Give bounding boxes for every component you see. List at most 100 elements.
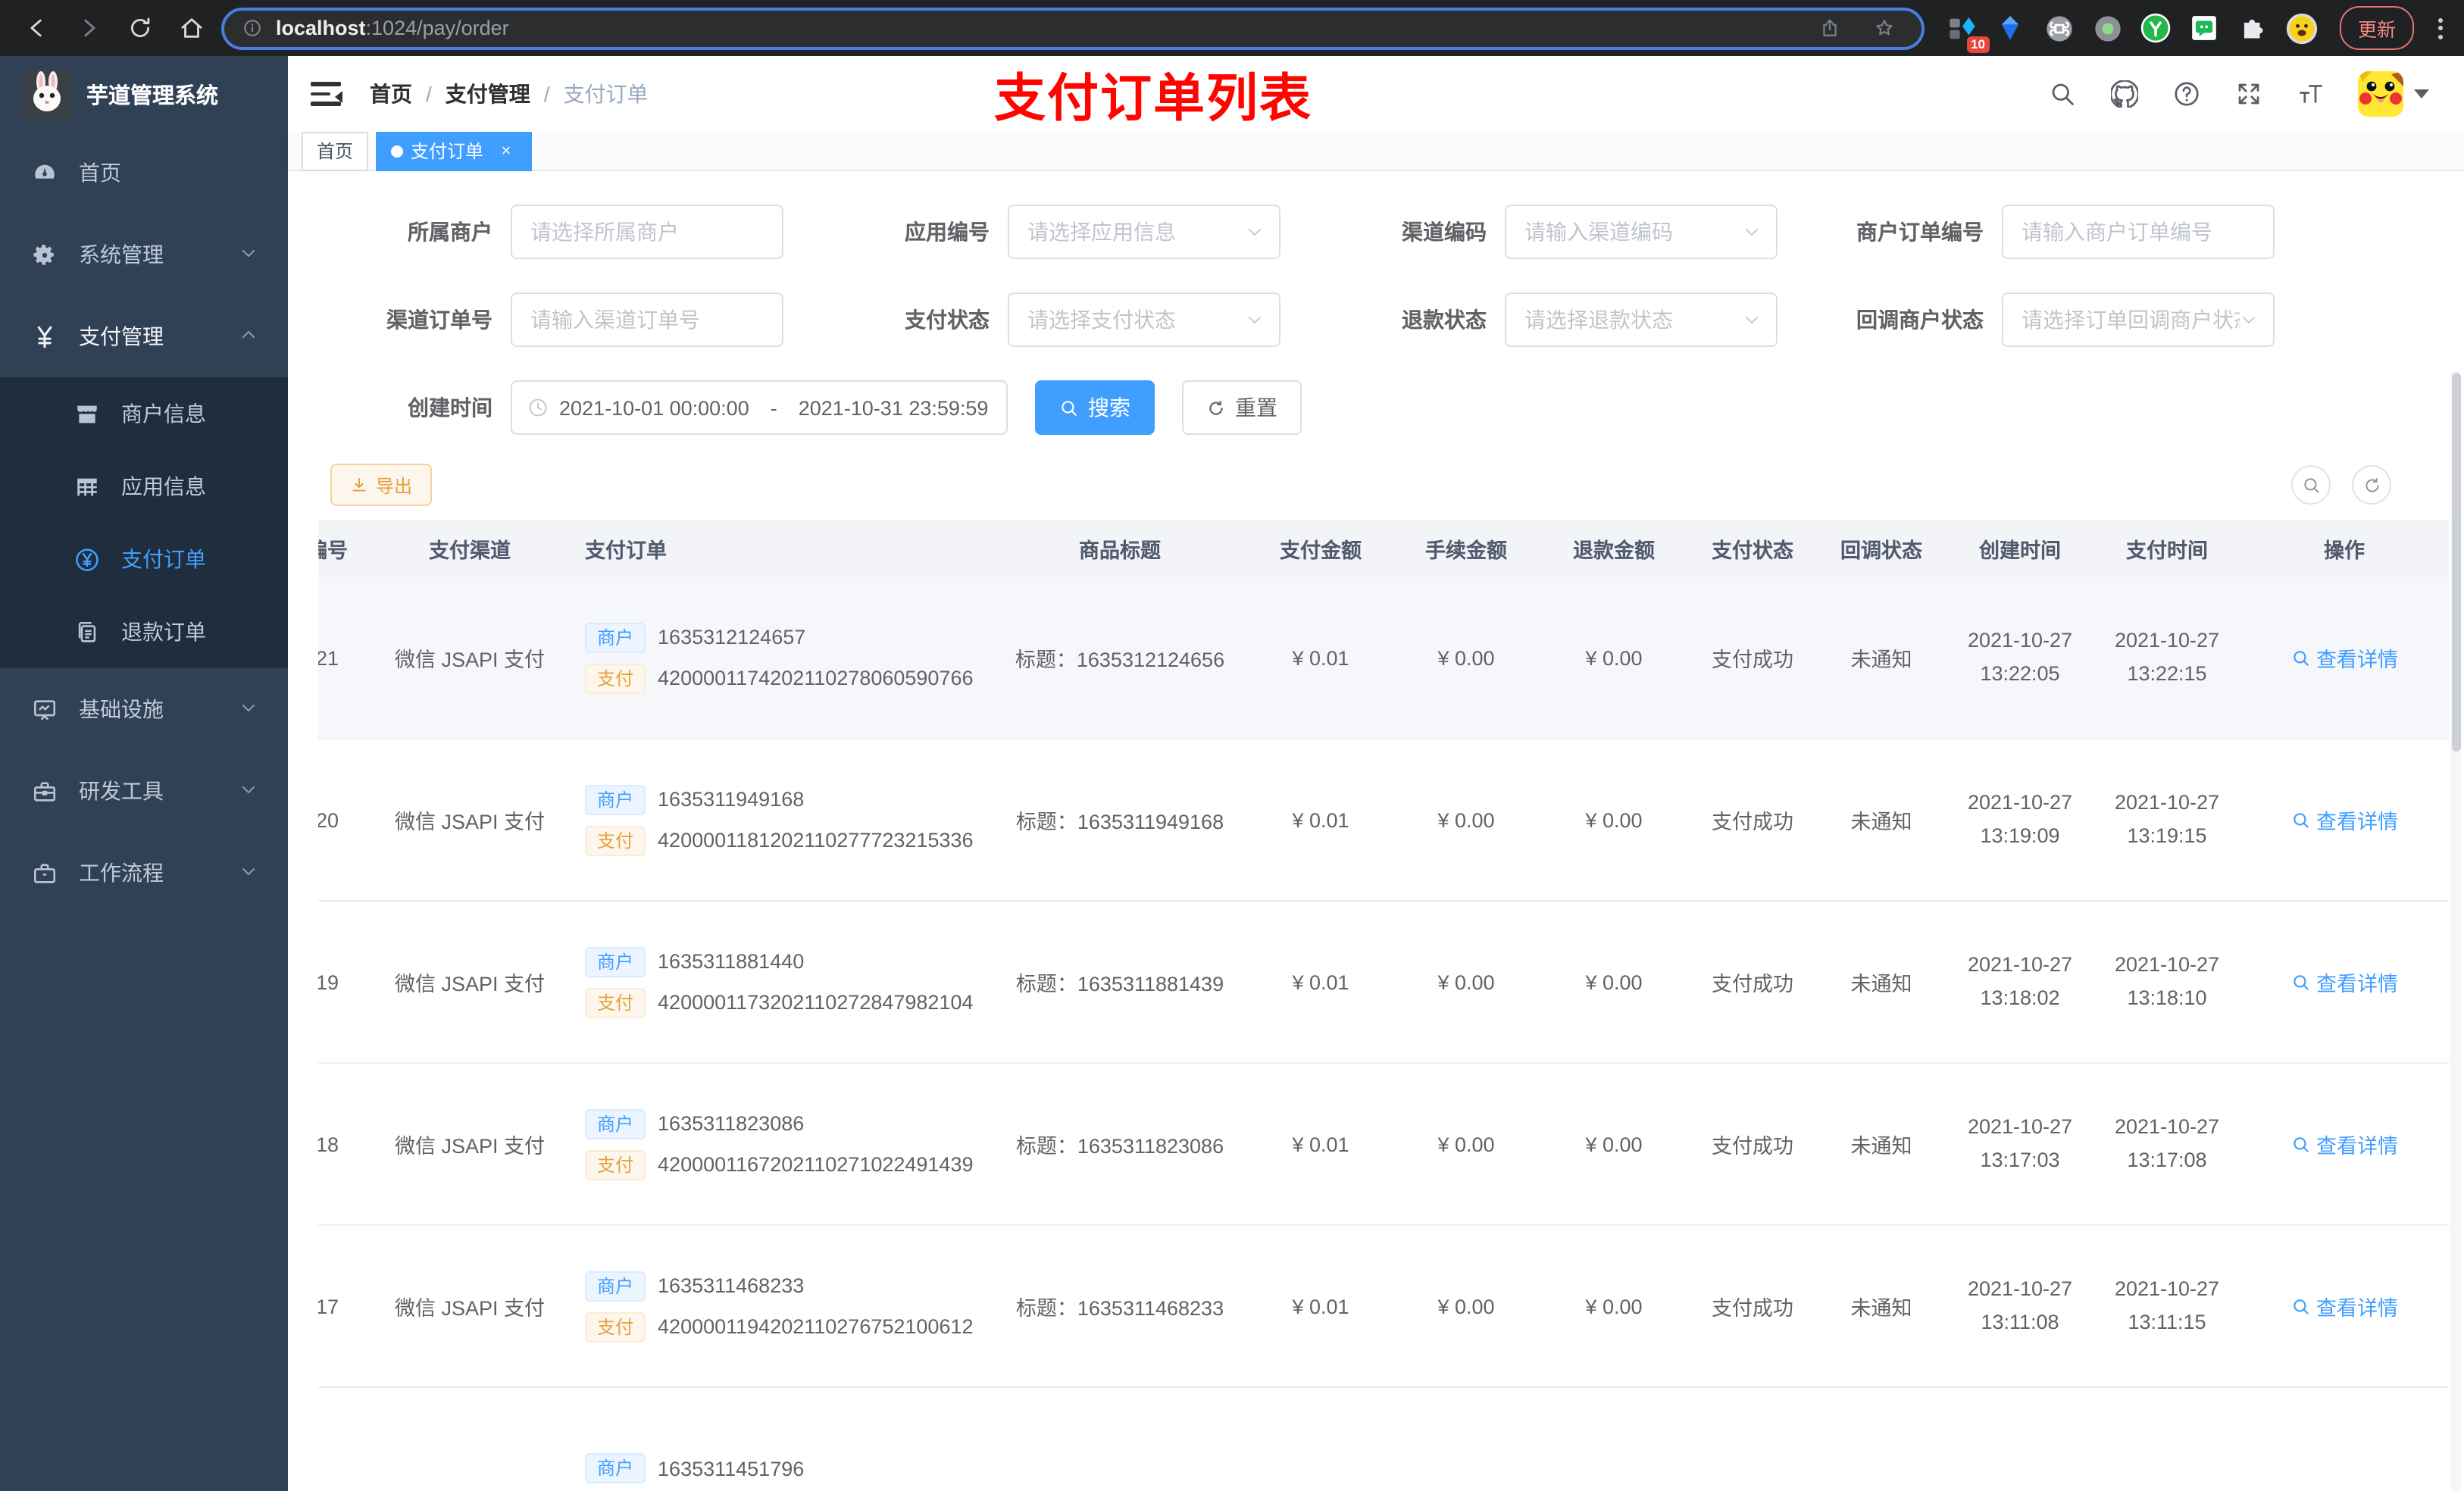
avatar[interactable]	[2358, 71, 2403, 117]
breadcrumb-home[interactable]: 首页	[370, 79, 412, 109]
tab-pay-order[interactable]: 支付订单 ×	[376, 131, 533, 170]
cell-title: 标题：1635311823086	[1015, 1135, 1224, 1158]
sketch-extension-icon[interactable]	[1994, 11, 2028, 45]
pay-status-select[interactable]: 请选择支付状态	[1008, 292, 1280, 347]
dashboard-icon	[30, 159, 58, 186]
export-button[interactable]: 导出	[330, 464, 433, 506]
merchant-order-no-field[interactable]	[2022, 220, 2258, 244]
clock-icon	[527, 397, 549, 418]
cell-create-time: 2021-10-27 13:22:05	[1967, 629, 2073, 685]
sidebar-item-system[interactable]: 系统管理	[0, 214, 288, 295]
create-time-label: 创建时间	[408, 395, 492, 420]
date-end: 2021-10-31 23:59:59	[798, 396, 989, 419]
cell-title: 标题：1635311468233	[1015, 1297, 1224, 1320]
cell-refund: ¥ 0.00	[1585, 1133, 1643, 1155]
merchant-order-no-input[interactable]	[2002, 205, 2275, 259]
table-toolbar: 导出	[330, 464, 2464, 506]
sidebar-item-pay[interactable]: 支付管理	[0, 295, 288, 377]
tab-home[interactable]: 首页	[302, 131, 369, 170]
profile-avatar-icon[interactable]	[2285, 11, 2319, 45]
tab-manager-extension-icon[interactable]: 10	[1946, 11, 1990, 52]
sidebar-item-refund-order[interactable]: 退款订单	[0, 595, 288, 668]
user-menu[interactable]	[2358, 71, 2429, 117]
view-detail-link[interactable]: 查看详情	[2290, 805, 2398, 835]
site-info-icon[interactable]	[239, 16, 264, 40]
cell-order: 商户 1635311468233 支付 4200001194202110276752…	[567, 1260, 991, 1352]
close-icon[interactable]: ×	[496, 140, 517, 161]
help-icon[interactable]	[2172, 79, 2202, 109]
cell-pay-time: 2021-10-27 13:17:08	[2114, 1115, 2220, 1171]
home-icon[interactable]	[170, 7, 212, 49]
app-no-select[interactable]: 请选择应用信息	[1008, 205, 1280, 259]
toggle-search-icon[interactable]	[2291, 465, 2331, 505]
callback-status-select[interactable]: 请选择订单回调商户状态	[2002, 292, 2275, 347]
sidebar-item-app-info[interactable]: 应用信息	[0, 450, 288, 523]
merchant-tag: 商户	[585, 1453, 646, 1483]
fullscreen-icon[interactable]	[2234, 79, 2264, 109]
table-row: 17 微信 JSAPI 支付 商户1635311468233 支付4200001…	[318, 1226, 2449, 1388]
github-icon[interactable]	[2109, 79, 2140, 109]
url-text: localhost:1024/pay/order	[276, 17, 1797, 39]
sidebar-item-workflow[interactable]: 工作流程	[0, 832, 288, 914]
sidebar-item-pay-order[interactable]: 支付订单	[0, 523, 288, 595]
pay-status-label: 支付状态	[905, 308, 990, 332]
table-header: 编号 支付渠道 支付订单 商品标题 支付金额 手续金额 退款金额 支付状态 回调…	[318, 520, 2449, 577]
cell-create-time: 2021-10-27 13:11:08	[1967, 1277, 2073, 1333]
view-detail-link[interactable]: 查看详情	[2290, 642, 2398, 673]
refresh-icon[interactable]	[2352, 465, 2391, 505]
y-extension-icon[interactable]	[2140, 11, 2173, 45]
view-detail-link[interactable]: 查看详情	[2290, 1291, 2398, 1321]
cell-notify-status: 未通知	[1850, 1135, 1912, 1158]
breadcrumb-separator: /	[426, 82, 432, 106]
extensions-puzzle-icon[interactable]	[2237, 11, 2270, 45]
cell-notify-status: 未通知	[1850, 973, 1912, 996]
channel-order-no-field[interactable]	[530, 308, 767, 332]
back-icon[interactable]	[15, 7, 58, 49]
forward-icon[interactable]	[67, 7, 109, 49]
pay-tag: 支付	[585, 987, 646, 1017]
scrollbar-thumb[interactable]	[2451, 373, 2460, 752]
bookmark-star-icon[interactable]	[1864, 7, 1906, 49]
page-content: 所属商户 应用编号 请选择应用信息 渠道编码 请输入渠道编码	[288, 171, 2464, 1491]
browser-menu-icon[interactable]	[2432, 17, 2449, 39]
cell-create-time: 2021-10-27 13:17:03	[1967, 1115, 2073, 1171]
cell-amount: ¥ 0.01	[1292, 1133, 1349, 1155]
table-row: 20 微信 JSAPI 支付 商户1635311949168 支付4200001…	[318, 739, 2449, 902]
cell-actions: 查看详情	[2240, 967, 2449, 997]
channel-code-select[interactable]: 请输入渠道编码	[1505, 205, 1778, 259]
cell-channel: 微信 JSAPI 支付	[394, 1135, 545, 1158]
reload-icon[interactable]	[118, 7, 161, 49]
date-range-picker[interactable]: 2021-10-01 00:00:00 - 2021-10-31 23:59:5…	[511, 380, 1008, 435]
view-detail-link[interactable]: 查看详情	[2290, 1129, 2398, 1159]
share-icon[interactable]	[1809, 7, 1852, 49]
breadcrumb-pay[interactable]: 支付管理	[446, 79, 530, 109]
sidebar-item-label: 基础设施	[79, 697, 164, 721]
url-bar[interactable]: localhost:1024/pay/order	[221, 7, 1925, 49]
search-icon[interactable]	[2047, 79, 2078, 109]
sidebar-item-home[interactable]: 首页	[0, 132, 288, 214]
view-detail-link[interactable]: 查看详情	[2290, 967, 2398, 997]
recorder-extension-icon[interactable]	[2091, 11, 2125, 45]
app-logo[interactable]: 芋道管理系统	[0, 56, 288, 132]
caret-down-icon[interactable]	[2414, 89, 2429, 98]
sidebar-item-devtools[interactable]: 研发工具	[0, 750, 288, 832]
cell-id: 19	[318, 971, 339, 993]
sidebar: 芋道管理系统 首页 系统管理 支付管理 商户信息 应用信息 支付订单 退款订单 …	[0, 56, 288, 1491]
channel-order-no-input[interactable]	[511, 292, 783, 347]
sidebar-item-infra[interactable]: 基础设施	[0, 668, 288, 750]
command-extension-icon[interactable]	[2043, 11, 2076, 45]
collapse-sidebar-icon[interactable]	[311, 77, 344, 111]
sidebar-item-merchant-info[interactable]: 商户信息	[0, 377, 288, 450]
merchant-input[interactable]	[511, 205, 783, 259]
refund-status-select[interactable]: 请选择退款状态	[1505, 292, 1778, 347]
font-size-icon[interactable]	[2296, 79, 2326, 109]
refund-status-label: 退款状态	[1402, 308, 1487, 332]
chat-extension-icon[interactable]	[2188, 11, 2222, 45]
cell-order: 商户 1635311881440 支付 4200001173202110272847…	[567, 936, 991, 1028]
browser-toolbar: localhost:1024/pay/order 10 更新	[0, 0, 2464, 56]
browser-update-button[interactable]: 更新	[2339, 6, 2414, 50]
reset-button[interactable]: 重置	[1182, 380, 1302, 435]
callback-status-label: 回调商户状态	[1856, 308, 1984, 332]
search-button[interactable]: 搜索	[1035, 380, 1155, 435]
merchant-input-field[interactable]	[530, 220, 767, 244]
